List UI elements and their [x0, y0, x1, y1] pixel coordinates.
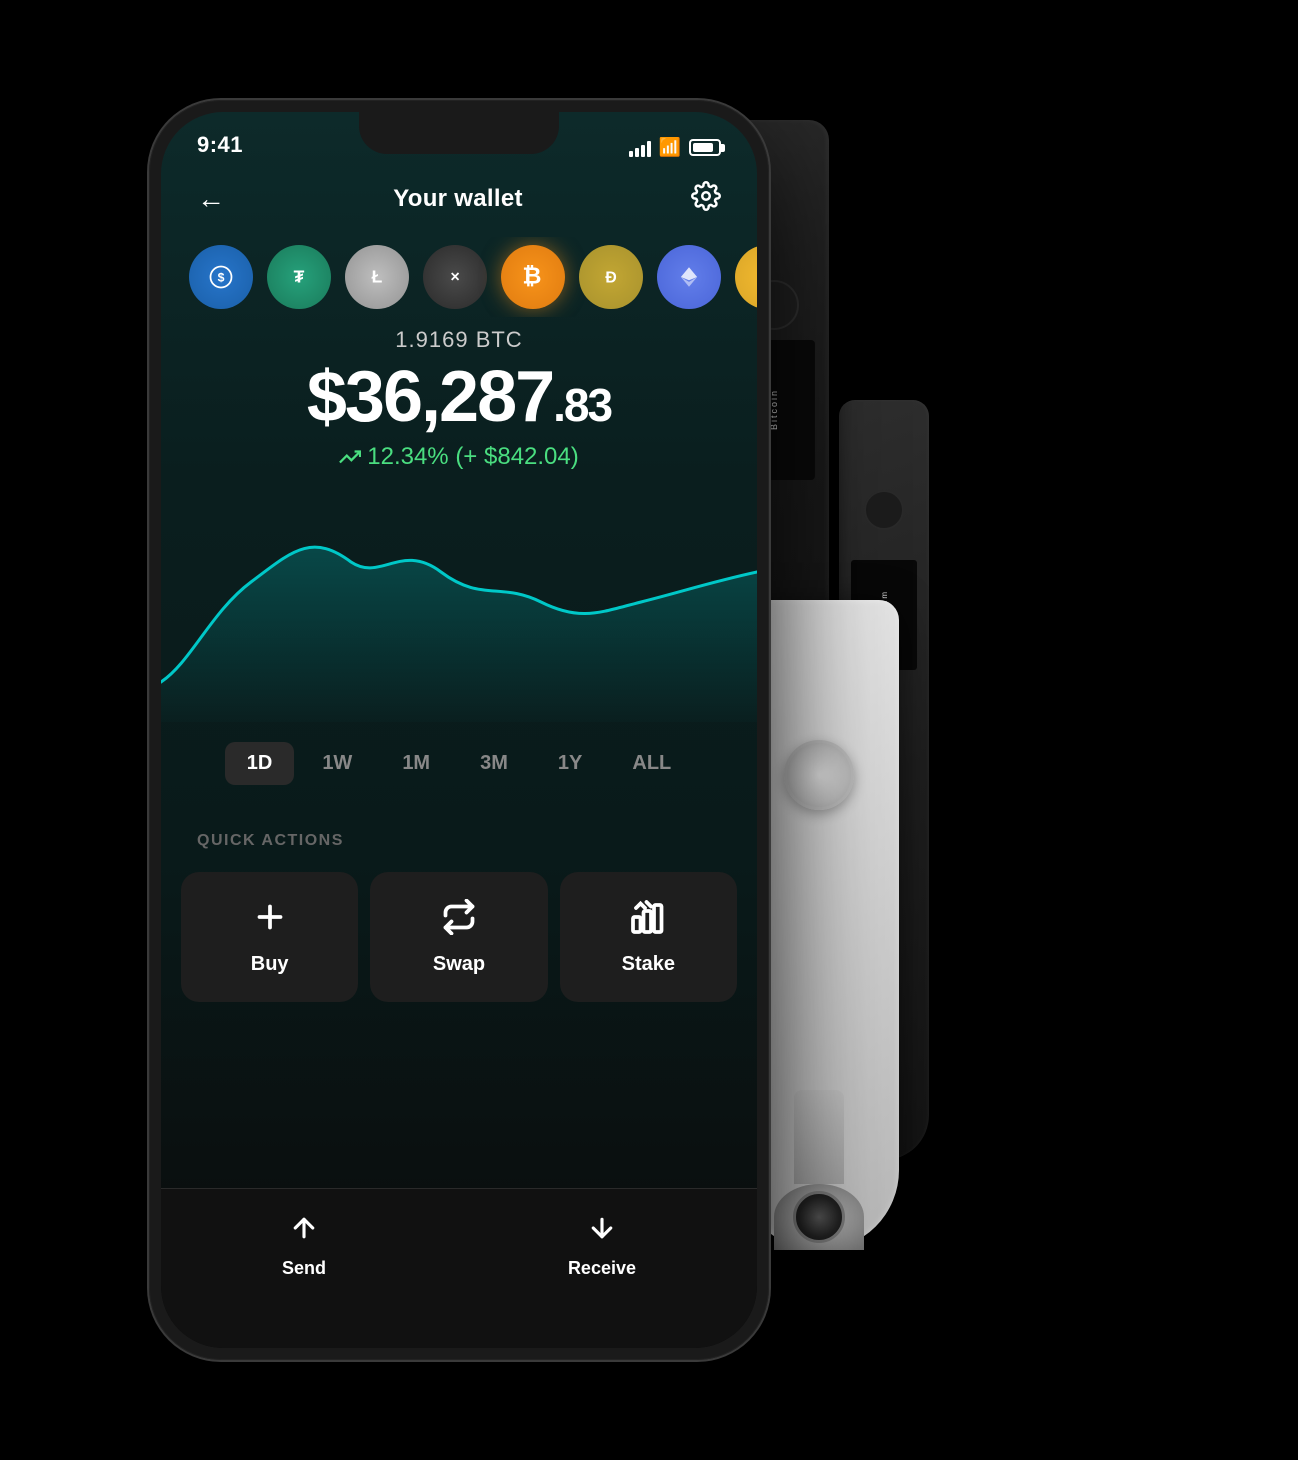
price-display: $36,287.83	[181, 361, 737, 433]
coin-row: $ ₮ Ł ✕ ₿ Ð	[161, 237, 757, 317]
buy-icon	[252, 899, 288, 943]
svg-text:Ð: Ð	[605, 269, 616, 286]
status-time: 9:41	[197, 132, 243, 158]
buy-label: Buy	[251, 953, 289, 976]
tab-1m[interactable]: 1M	[380, 742, 452, 785]
coin-xrp[interactable]: ✕	[423, 245, 487, 309]
price-dollars: $36,287	[307, 357, 553, 437]
coin-doge[interactable]: Ð	[579, 245, 643, 309]
btc-amount: 1.9169 BTC	[181, 327, 737, 353]
ledger-stax-circle	[793, 1191, 845, 1243]
phone-screen: 9:41 📶 ← Your wallet	[161, 112, 757, 1348]
coin-tether[interactable]: ₮	[267, 245, 331, 309]
receive-nav-item[interactable]: Receive	[568, 1213, 636, 1279]
swap-icon	[441, 899, 477, 943]
ledger-stax-connector-area	[784, 1090, 854, 1250]
tab-1w[interactable]: 1W	[300, 742, 374, 785]
price-change: 12.34% (+ $842.04)	[181, 443, 737, 471]
svg-text:$: $	[218, 270, 225, 284]
stake-icon	[630, 899, 666, 943]
send-nav-item[interactable]: Send	[282, 1213, 326, 1279]
change-text: 12.34% (+ $842.04)	[367, 443, 579, 471]
time-tabs: 1D 1W 1M 3M 1Y ALL	[161, 742, 757, 785]
svg-text:Ł: Ł	[372, 266, 383, 286]
price-cents: .83	[553, 379, 611, 431]
ledger-nanox-screen-text: Bitcoin	[769, 389, 779, 430]
bottom-nav: Send Receive	[161, 1188, 757, 1348]
stake-button[interactable]: Stake	[560, 872, 737, 1002]
phone-device: 9:41 📶 ← Your wallet	[149, 100, 769, 1360]
svg-text:₮: ₮	[294, 266, 305, 286]
swap-button[interactable]: Swap	[370, 872, 547, 1002]
ledger-nanos-button[interactable]	[864, 490, 904, 530]
ledger-stax-stem	[794, 1090, 844, 1184]
send-label: Send	[282, 1258, 326, 1279]
page-title: Your wallet	[225, 185, 691, 213]
wifi-icon: 📶	[659, 137, 681, 158]
coin-bnb[interactable]: BNB	[735, 245, 757, 309]
action-buttons: Buy Swap Stake	[181, 872, 737, 1002]
scene: 9:41 📶 ← Your wallet	[99, 40, 1199, 1420]
stake-label: Stake	[622, 953, 675, 976]
price-section: 1.9169 BTC $36,287.83 12.34% (+ $842.04)	[161, 327, 757, 471]
receive-label: Receive	[568, 1258, 636, 1279]
battery-icon	[689, 139, 721, 156]
tab-1y[interactable]: 1Y	[536, 742, 604, 785]
svg-text:₿: ₿	[522, 262, 541, 288]
tab-3m[interactable]: 3M	[458, 742, 530, 785]
coin-usdc[interactable]: $	[189, 245, 253, 309]
send-icon	[289, 1213, 319, 1250]
ledger-stax-button[interactable]	[784, 740, 854, 810]
signal-icon	[629, 139, 651, 157]
back-button[interactable]: ←	[197, 183, 225, 215]
buy-button[interactable]: Buy	[181, 872, 358, 1002]
svg-text:✕: ✕	[450, 270, 460, 284]
ledger-stax-base	[774, 1184, 864, 1250]
receive-icon	[587, 1213, 617, 1250]
settings-button[interactable]	[691, 181, 721, 218]
coin-btc[interactable]: ₿	[501, 245, 565, 309]
coin-ltc[interactable]: Ł	[345, 245, 409, 309]
quick-actions-label: QUICK ACTIONS	[197, 832, 344, 850]
price-chart[interactable]	[161, 482, 757, 722]
phone-notch	[359, 112, 559, 154]
status-icons: 📶	[629, 137, 721, 158]
coin-eth[interactable]	[657, 245, 721, 309]
nav-bar: ← Your wallet	[161, 164, 757, 234]
tab-all[interactable]: ALL	[610, 742, 693, 785]
tab-1d[interactable]: 1D	[225, 742, 295, 785]
swap-label: Swap	[433, 953, 485, 976]
